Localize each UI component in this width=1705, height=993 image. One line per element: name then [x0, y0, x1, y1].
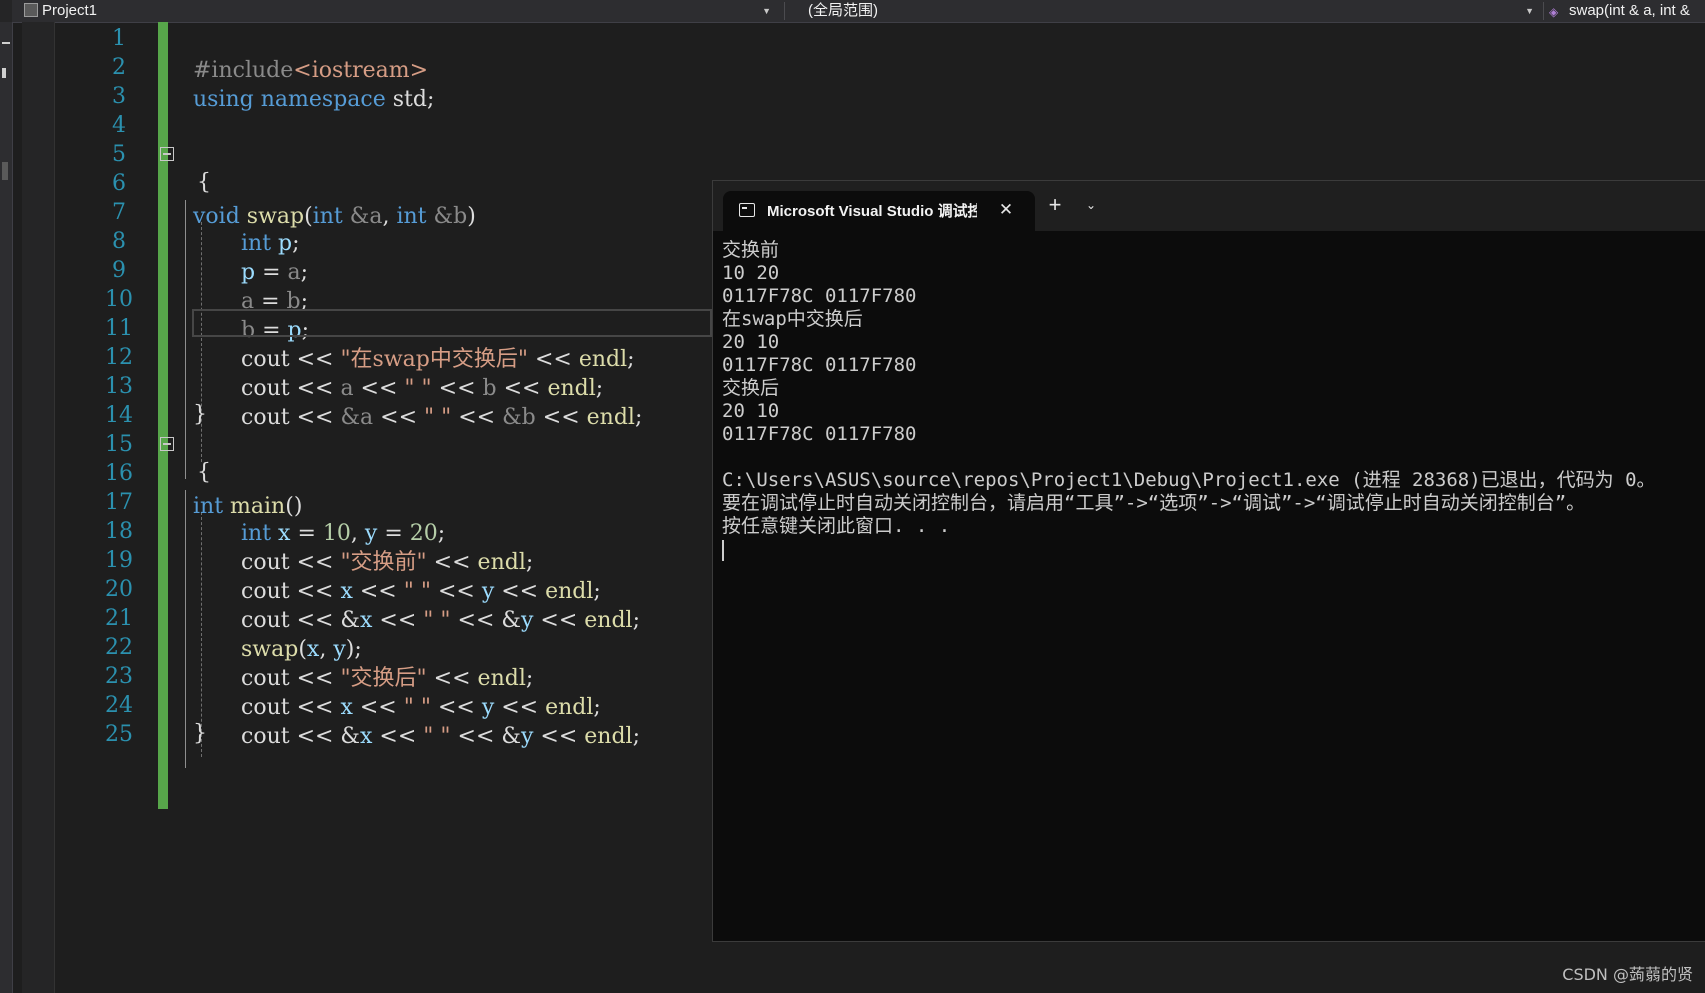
- chevron-down-icon: ▼: [762, 6, 771, 16]
- code-line: cout << &x << " " << &y << endl;: [241, 723, 640, 749]
- token: std;: [385, 86, 435, 112]
- console-tab-bar: Microsoft Visual Studio 调试控制台 ✕ + ⌄: [713, 181, 1705, 231]
- nav-left-strip: [0, 0, 12, 22]
- close-icon[interactable]: ✕: [995, 199, 1017, 221]
- scope-dropdown[interactable]: (全局范围) ▼: [790, 1, 1540, 21]
- watermark: CSDN @蒟蒻的贤: [1562, 965, 1693, 984]
- code-line: cout << x << " " << y << endl;: [241, 578, 601, 604]
- chevron-down-icon[interactable]: ⌄: [1079, 193, 1103, 217]
- console-line: 0117F78C 0117F780: [722, 423, 917, 445]
- method-cube-icon: ◈: [1549, 5, 1559, 19]
- console-line: 交换前: [722, 239, 780, 261]
- text-caret: [722, 540, 724, 561]
- new-tab-button[interactable]: +: [1041, 191, 1069, 219]
- nav-separator: [1543, 2, 1544, 20]
- scope-label: (全局范围): [808, 2, 878, 19]
- code-line: cout << &x << " " << &y << endl;: [241, 607, 640, 633]
- navigation-bar: Project1 ▼ (全局范围) ▼ ◈ swap(int & a, int &: [0, 0, 1705, 23]
- code-line: swap(x, y);: [241, 636, 362, 662]
- console-line: 要在调试停止时自动关闭控制台，请启用“工具”->“选项”->“调试”->“调试停…: [722, 492, 1586, 514]
- debug-console-window[interactable]: Microsoft Visual Studio 调试控制台 ✕ + ⌄ 交换前1…: [712, 180, 1705, 942]
- code-line: {: [197, 170, 211, 195]
- code-editor[interactable]: 1 2 3 4 5 6 7 8 9 10 11 12 13 14 15 16 17 18 19 20 21 22 23 24 2…: [55, 22, 710, 993]
- code-line: void swap(int &a, int &b): [55, 138, 710, 229]
- current-line-highlight: [192, 309, 712, 337]
- strip-marker[interactable]: [2, 162, 8, 180]
- code-line: cout << x << " " << y << endl;: [241, 694, 601, 720]
- code-line: cout << "交换后" << endl;: [241, 665, 534, 691]
- code-line: using namespace std;: [55, 52, 710, 112]
- code-line: #include<iostream>: [55, 23, 710, 83]
- strip-marker[interactable]: [2, 68, 6, 78]
- code-line: int p;: [241, 230, 300, 256]
- nav-separator: [784, 2, 785, 20]
- collapse-icon[interactable]: [160, 147, 174, 161]
- glyph-margin: [22, 22, 55, 993]
- chevron-down-icon: ▼: [1525, 6, 1534, 16]
- console-line: 0117F78C 0117F780: [722, 285, 917, 307]
- console-line: C:\Users\ASUS\source\repos\Project1\Debu…: [722, 469, 1656, 491]
- collapse-icon[interactable]: [160, 437, 174, 451]
- console-line: 10 20: [722, 262, 780, 284]
- code-line: }: [193, 721, 207, 746]
- project-dropdown[interactable]: Project1 ▼: [22, 1, 777, 21]
- code-line: a = b;: [241, 288, 309, 314]
- project-label: Project1: [42, 2, 98, 19]
- token: using: [193, 86, 254, 112]
- terminal-icon: [739, 203, 755, 217]
- code-line: }: [193, 402, 207, 427]
- console-line: 按任意键关闭此窗口. . .: [722, 515, 951, 537]
- code-line: cout << &a << " " << &b << endl;: [241, 404, 643, 430]
- code-line: {: [197, 460, 211, 485]
- project-icon: [24, 3, 38, 17]
- code-line: cout << "交换前" << endl;: [241, 549, 534, 575]
- code-line: cout << a << " " << b << endl;: [241, 375, 604, 401]
- code-line: int x = 10, y = 20;: [241, 520, 446, 546]
- console-line: 20 10: [722, 400, 780, 422]
- console-line: 20 10: [722, 331, 780, 353]
- console-tab[interactable]: Microsoft Visual Studio 调试控制台 ✕: [723, 191, 1035, 231]
- line-number: 4: [112, 113, 126, 138]
- line-number: 3: [112, 84, 126, 109]
- code-line: p = a;: [241, 259, 309, 285]
- console-line: 在swap中交换后: [722, 308, 863, 330]
- console-line: 交换后: [722, 377, 780, 399]
- console-tab-title: Microsoft Visual Studio 调试控制台: [767, 203, 977, 220]
- strip-marker[interactable]: [2, 42, 10, 44]
- member-dropdown[interactable]: ◈ swap(int & a, int &: [1545, 1, 1705, 21]
- code-line: int main(): [55, 428, 710, 519]
- left-tool-strip: [0, 22, 13, 993]
- token: namespace: [260, 86, 386, 112]
- console-line: 0117F78C 0117F780: [722, 354, 917, 376]
- console-output: 交换前 10 20 0117F78C 0117F780 在swap中交换后 20 10 0…: [722, 239, 1705, 561]
- member-label: swap(int & a, int &: [1569, 2, 1690, 19]
